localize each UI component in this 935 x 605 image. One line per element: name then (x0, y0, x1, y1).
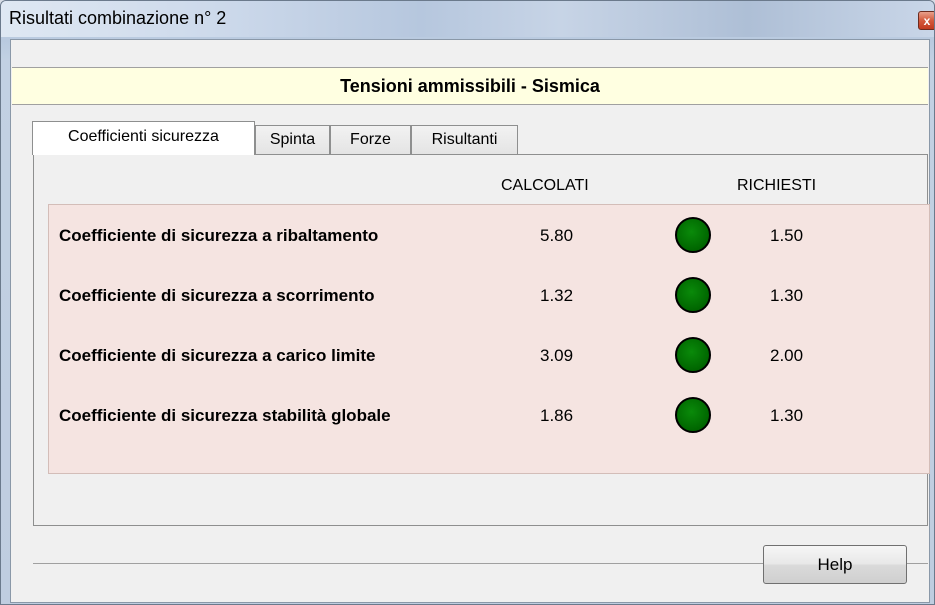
tab-panel-coefficienti: CALCOLATI RICHIESTI Coefficiente di sicu… (33, 154, 930, 526)
calculated-value: 1.86 (540, 406, 574, 425)
window-title: Risultati combinazione n° 2 (9, 8, 227, 28)
status-ok-indicator-icon (675, 277, 711, 313)
required-value: 1.30 (770, 406, 804, 425)
table-row: Coefficiente di sicurezza a ribaltamento… (49, 217, 929, 257)
row-label: Coefficiente di sicurezza a scorrimento (59, 286, 375, 305)
calculated-value: 3.09 (540, 346, 574, 365)
required-value: 1.50 (770, 226, 804, 245)
calculated-value: 1.32 (540, 286, 574, 305)
dialog-client-area: Tensioni ammissibili - Sismica Spinta Fo… (10, 39, 930, 603)
row-label: Coefficiente di sicurezza stabilità glob… (59, 406, 391, 425)
row-label: Coefficiente di sicurezza a ribaltamento (59, 226, 379, 245)
close-icon[interactable]: x (918, 11, 934, 30)
status-ok-indicator-icon (675, 217, 711, 253)
status-ok-indicator-icon (675, 397, 711, 433)
tab-spinta[interactable]: Spinta (255, 125, 330, 154)
table-row: Coefficiente di sicurezza a carico limit… (49, 337, 929, 377)
table-row: Coefficiente di sicurezza a scorrimento … (49, 277, 929, 317)
combination-banner: Tensioni ammissibili - Sismica (12, 67, 928, 105)
status-ok-indicator-icon (675, 337, 711, 373)
title-bar[interactable]: Risultati combinazione n° 2 (1, 1, 934, 37)
tab-risultanti[interactable]: Risultanti (411, 125, 518, 154)
table-row: Coefficiente di sicurezza stabilità glob… (49, 397, 929, 437)
tab-coefficienti-sicurezza[interactable]: Coefficienti sicurezza (32, 121, 255, 155)
tab-forze[interactable]: Forze (330, 125, 411, 154)
calculated-value: 5.80 (540, 226, 574, 245)
help-button[interactable]: Help (763, 545, 907, 584)
row-label: Coefficiente di sicurezza a carico limit… (59, 346, 376, 365)
column-header-richiesti: RICHIESTI (737, 177, 817, 194)
required-value: 1.30 (770, 286, 804, 305)
column-header-calcolati: CALCOLATI (501, 177, 589, 194)
coefficients-table: Coefficiente di sicurezza a ribaltamento… (48, 204, 930, 474)
required-value: 2.00 (770, 346, 804, 365)
dialog-window: Risultati combinazione n° 2 Tensioni amm… (0, 0, 935, 605)
